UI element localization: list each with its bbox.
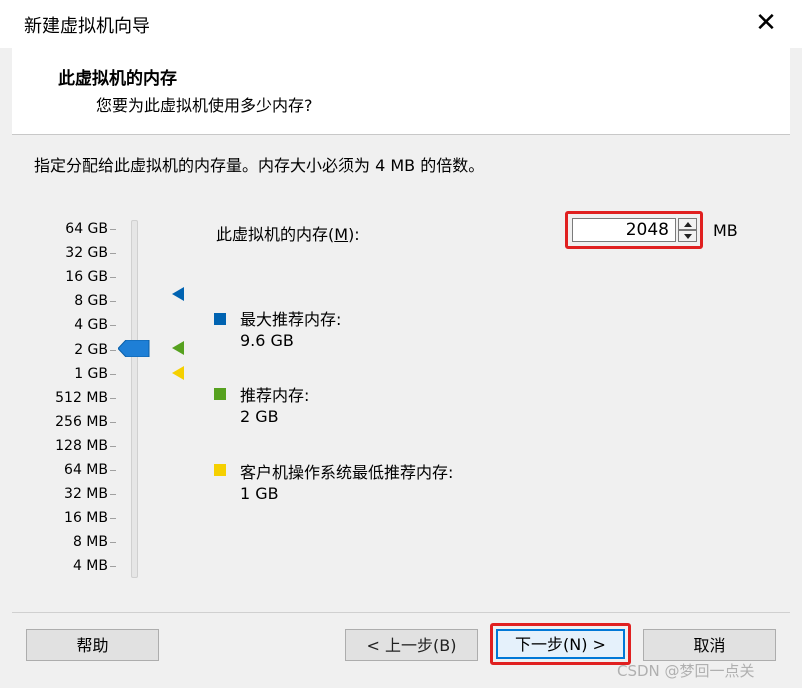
page-title: 此虚拟机的内存: [58, 69, 177, 89]
max-recommended-legend-icon: [214, 313, 226, 325]
max-recommended-marker-icon: [172, 287, 184, 301]
memory-spinner: [678, 218, 697, 242]
scale-tick: [110, 446, 116, 447]
min-recommended-title: 客户机操作系统最低推荐内存:: [240, 463, 454, 482]
watermark: CSDN @梦回一点关: [617, 662, 755, 680]
scale-label: 512 MB: [55, 390, 108, 406]
recommended-title: 推荐内存:: [240, 386, 310, 405]
wizard-header: 此虚拟机的内存 您要为此虚拟机使用多少内存?: [12, 48, 790, 135]
recommended-marker-icon: [172, 341, 184, 355]
memory-label: 此虚拟机的内存(M):: [216, 221, 360, 245]
memory-slider-track[interactable]: [131, 220, 138, 578]
scale-tick: [110, 422, 116, 423]
scale-label: 64 MB: [64, 462, 108, 478]
scale-label: 4 MB: [72, 558, 108, 574]
spin-up-button[interactable]: [678, 218, 697, 230]
scale-tick: [110, 542, 116, 543]
arrow-down-icon: [684, 234, 692, 239]
memory-label-suffix: ):: [348, 225, 360, 244]
max-recommended-value: 9.6 GB: [240, 331, 294, 350]
instruction-text: 指定分配给此虚拟机的内存量。内存大小必须为 4 MB 的倍数。: [34, 156, 485, 175]
memory-spinner-highlight: [565, 211, 703, 249]
memory-size-input[interactable]: [572, 218, 676, 242]
scale-label: 32 MB: [64, 486, 108, 502]
close-button[interactable]: ✕: [752, 9, 780, 37]
page-subtitle: 您要为此虚拟机使用多少内存?: [96, 96, 313, 115]
min-recommended-legend-icon: [214, 464, 226, 476]
title-bar: 新建虚拟机向导 ✕: [0, 0, 802, 48]
scale-tick: [110, 277, 116, 278]
scale-tick: [110, 350, 116, 351]
next-button-highlight: 下一步(N) >: [490, 623, 631, 665]
scale-label: 256 MB: [55, 414, 108, 430]
scale-label: 32 GB: [65, 245, 108, 261]
footer-divider: [12, 612, 790, 613]
recommended-value: 2 GB: [240, 407, 279, 426]
scale-label: 16 MB: [64, 510, 108, 526]
scale-tick: [110, 518, 116, 519]
scale-tick: [110, 325, 116, 326]
arrow-up-icon: [684, 222, 692, 227]
scale-tick: [110, 374, 116, 375]
spin-down-button[interactable]: [678, 230, 697, 242]
max-recommended-title: 最大推荐内存:: [240, 310, 342, 329]
scale-label: 64 GB: [65, 221, 108, 237]
scale-tick: [110, 229, 116, 230]
memory-label-accesskey: M: [334, 225, 349, 244]
scale-tick: [110, 301, 116, 302]
scale-tick: [110, 253, 116, 254]
recommended-legend-icon: [214, 388, 226, 400]
scale-label: 16 GB: [65, 269, 108, 285]
min-recommended-marker-icon: [172, 366, 184, 380]
next-button[interactable]: 下一步(N) >: [496, 629, 625, 659]
memory-unit: MB: [713, 221, 738, 240]
scale-label: 128 MB: [55, 438, 108, 454]
scale-label: 8 MB: [72, 534, 108, 550]
scale-label: 1 GB: [74, 366, 108, 382]
slider-thumb-icon: [117, 339, 150, 358]
scale-tick: [110, 566, 116, 567]
window-title: 新建虚拟机向导: [24, 16, 150, 37]
memory-label-prefix: 此虚拟机的内存(: [216, 225, 335, 244]
help-button[interactable]: 帮助: [26, 629, 159, 661]
scale-label: 4 GB: [74, 317, 108, 333]
scale-tick: [110, 470, 116, 471]
scale-tick: [110, 494, 116, 495]
cancel-button[interactable]: 取消: [643, 629, 776, 661]
scale-label: 8 GB: [74, 293, 108, 309]
scale-tick: [110, 398, 116, 399]
back-button[interactable]: < 上一步(B): [345, 629, 478, 661]
memory-slider-thumb[interactable]: [117, 339, 150, 358]
min-recommended-value: 1 GB: [240, 484, 279, 503]
scale-label: 2 GB: [74, 342, 108, 358]
